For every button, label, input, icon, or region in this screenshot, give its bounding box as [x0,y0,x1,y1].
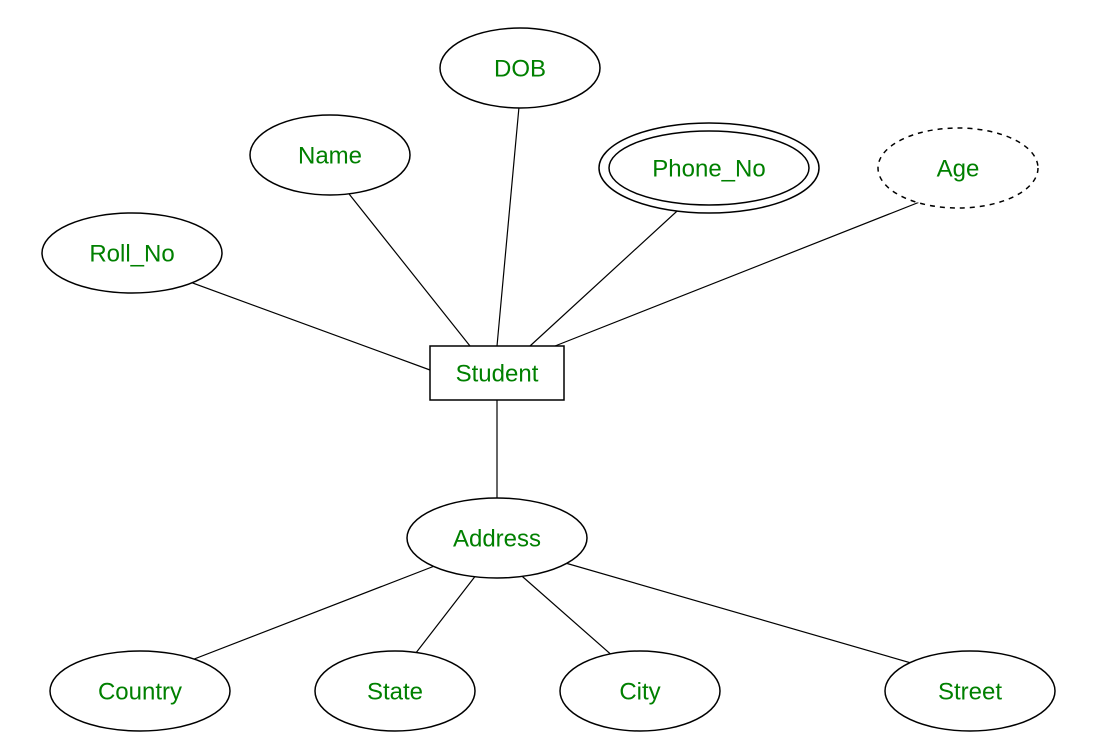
attr-name: Name [250,115,410,195]
edge-student-dob [497,96,520,346]
attr-state: State [315,651,475,731]
attr-city: City [560,651,720,731]
attr-country-label: Country [98,678,182,705]
attr-street-label: Street [938,678,1002,705]
attr-phone: Phone_No [599,123,819,213]
attr-city-label: City [619,678,660,705]
attr-country: Country [50,651,230,731]
attr-dob: DOB [440,28,600,108]
attr-state-label: State [367,678,423,705]
edge-student-name [330,170,470,346]
attr-age-label: Age [937,155,980,182]
entity-student: Student [430,346,564,400]
attr-dob-label: DOB [494,55,546,82]
attr-address: Address [407,498,587,578]
er-diagram: Student DOB Name Phone_No Age Roll_No Ad… [0,0,1112,753]
attr-roll: Roll_No [42,213,222,293]
attr-phone-label: Phone_No [652,155,765,182]
attr-roll-label: Roll_No [89,240,174,267]
attr-age: Age [878,128,1038,208]
attr-address-label: Address [453,525,541,552]
attr-name-label: Name [298,142,362,169]
entity-student-label: Student [456,360,539,387]
attr-street: Street [885,651,1055,731]
